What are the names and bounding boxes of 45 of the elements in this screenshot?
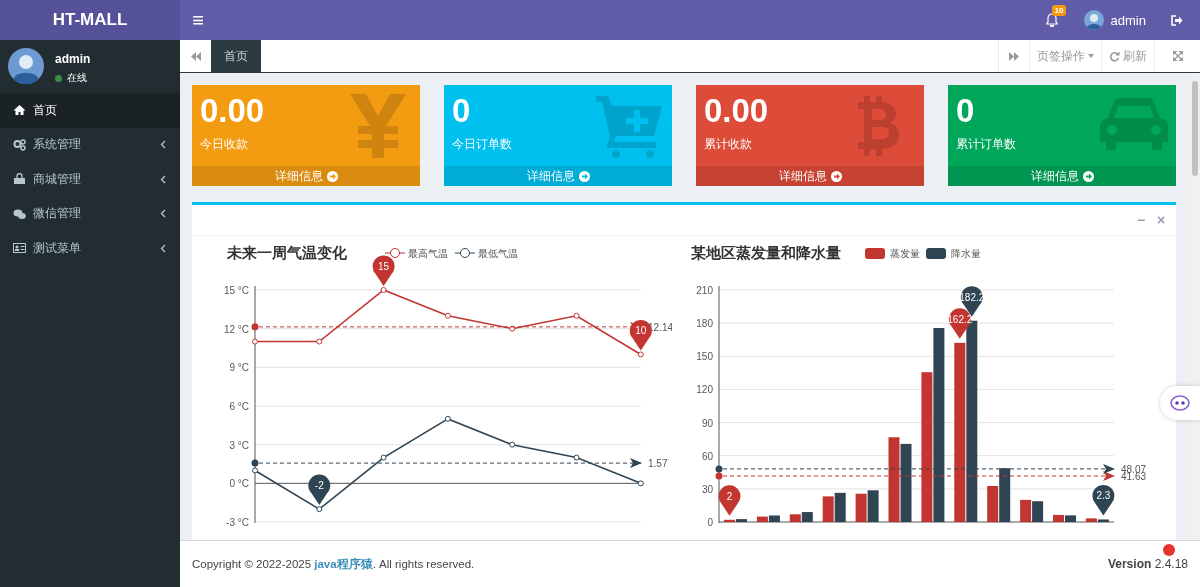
legend-item: 降水量 — [926, 248, 981, 259]
axis-label: 210 — [696, 285, 713, 296]
marker-value: 2.3 — [1096, 490, 1111, 502]
legend-item: 最低气温 — [454, 248, 518, 259]
stat-label: 今日订单数 — [452, 136, 512, 153]
notification-badge: 10 — [1051, 5, 1067, 16]
axis-label: 12 °C — [223, 323, 249, 335]
legend-item: 蒸发量 — [865, 248, 920, 259]
chart-title: 某地区蒸发量和降水量 — [691, 244, 841, 261]
axis-label: -3 °C — [226, 517, 249, 528]
axis-label: 120 — [696, 384, 713, 396]
axis-label: 180 — [696, 318, 713, 330]
axis-label: 90 — [701, 417, 713, 429]
axis-label: 9 °C — [229, 362, 249, 374]
stat-value: 0.00 — [704, 92, 769, 130]
average-value: 1.57 — [648, 458, 668, 470]
stat-value: 0 — [956, 92, 976, 130]
legend-label: 最高气温 — [408, 248, 448, 259]
legend-label: 蒸发量 — [890, 248, 920, 259]
axis-label: 0 — [707, 517, 713, 528]
axis-label: 60 — [701, 450, 713, 462]
axis-label: 0 °C — [229, 478, 249, 490]
average-value: 41.63 — [1121, 471, 1147, 482]
legend-label: 降水量 — [951, 248, 981, 259]
marker-value: 15 — [378, 261, 390, 272]
stat-value: 0 — [452, 92, 472, 130]
marker-value: 2 — [726, 490, 733, 502]
stat-label: 累计订单数 — [956, 136, 1016, 153]
axis-label: 3 °C — [229, 439, 249, 451]
marker-value: 10 — [635, 325, 647, 337]
stat-label: 累计收款 — [704, 136, 753, 153]
axis-label: 150 — [696, 351, 713, 363]
version-text: Version 2.4.18 — [1107, 557, 1188, 571]
chart-title: 未来一周气温变化 — [227, 244, 347, 261]
legend-item: 最高气温 — [384, 248, 448, 259]
copyright-text: Copyright © 2022-2025 java程序猿. All rights reserved. — [192, 556, 475, 572]
user-name: admin — [55, 52, 91, 66]
marker-value: -2 — [314, 480, 324, 492]
status-text: 在线 — [67, 71, 87, 85]
axis-label: 15 °C — [223, 285, 249, 296]
legend-label: 最低气温 — [478, 248, 518, 259]
stat-value: 0.00 — [200, 92, 265, 130]
stat-label: 今日收款 — [200, 136, 249, 153]
axis-label: 30 — [701, 483, 713, 495]
axis-label: 6 °C — [229, 401, 249, 412]
